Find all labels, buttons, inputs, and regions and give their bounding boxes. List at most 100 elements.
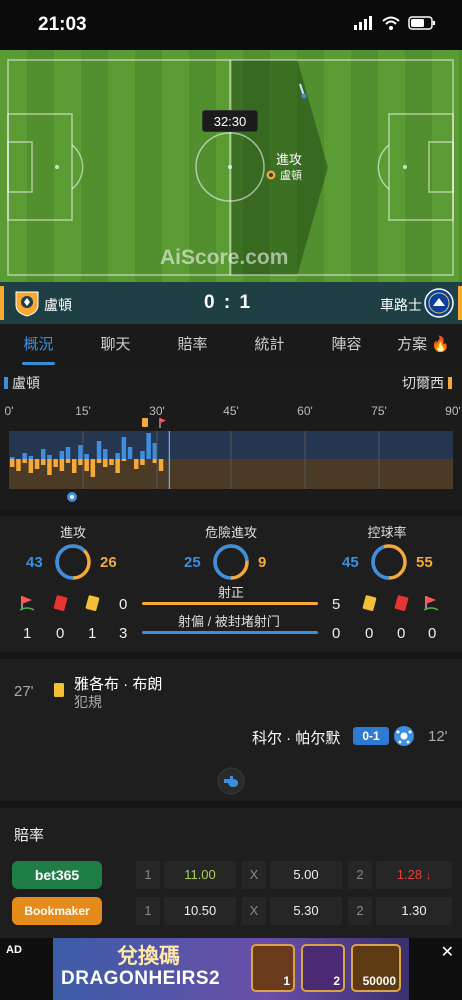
momentum-bar-home bbox=[41, 449, 46, 459]
red-card-icon bbox=[53, 595, 68, 611]
event-minute: 12' bbox=[428, 728, 448, 745]
ad-tag: AD bbox=[6, 944, 22, 956]
momentum-bar-away bbox=[22, 459, 27, 463]
off-target-bar bbox=[142, 631, 318, 634]
momentum-bar-home bbox=[22, 453, 27, 459]
arrow-down-icon: ↓ bbox=[425, 870, 432, 882]
corner-flag-icon bbox=[19, 596, 35, 611]
momentum-bar-away bbox=[34, 459, 40, 469]
momentum-bar-away bbox=[47, 459, 52, 475]
bookmaker-badge[interactable]: bet365 bbox=[12, 861, 102, 889]
ball-marker-icon bbox=[299, 83, 307, 99]
momentum-bar-away bbox=[158, 459, 164, 471]
odds-label-away: 2 bbox=[348, 897, 372, 925]
event-detail: 犯規 bbox=[74, 694, 102, 710]
home-yellow-cards: 1 bbox=[88, 625, 97, 642]
momentum-bar-away bbox=[134, 459, 139, 469]
away-crest-icon[interactable] bbox=[424, 288, 454, 318]
corner-flag-icon bbox=[159, 418, 166, 428]
home-crest-icon[interactable] bbox=[14, 289, 40, 317]
tick-label: 45' bbox=[223, 404, 239, 418]
momentum-bar-away bbox=[103, 459, 108, 467]
close-icon[interactable]: ✕ bbox=[441, 942, 454, 962]
ad-creative[interactable]: 兌換碼 DRAGONHEIRS2 1 2 50000 bbox=[53, 938, 409, 1000]
momentum-bar-home bbox=[47, 455, 52, 459]
tab-lineup[interactable]: 陣容 bbox=[308, 324, 385, 369]
on-target-home: 0 bbox=[119, 596, 128, 613]
odds-label-draw: X bbox=[242, 861, 266, 889]
yellow-card-icon bbox=[142, 418, 148, 427]
odds-label-home: 1 bbox=[136, 897, 160, 925]
odds-panel: 賠率 bet365 1 11.00 X 5.00 2 1.28 ↓ Bookma… bbox=[0, 808, 462, 938]
event-player: 科尔 · 帕尔默 bbox=[252, 730, 341, 747]
away-marker bbox=[448, 377, 452, 389]
odds-away-value: 1.28 bbox=[396, 867, 423, 882]
momentum-bar-home bbox=[65, 447, 71, 459]
odds-draw[interactable]: 5.30 bbox=[270, 897, 342, 925]
home-marker bbox=[4, 377, 8, 389]
away-red-cards: 0 bbox=[397, 625, 406, 642]
tab-tips[interactable]: 方案 🔥 bbox=[385, 324, 462, 369]
ad-reward-count: 50000 bbox=[362, 974, 396, 988]
odds-away[interactable]: 1.30 bbox=[376, 897, 452, 925]
dangerous-attacks-ring bbox=[213, 544, 249, 580]
status-icons bbox=[354, 16, 436, 30]
events-list: 27' 雅各布 · 布朗 犯規 科尔 · 帕尔默 0-1 12' bbox=[0, 659, 462, 801]
momentum-chart: 0' 15' 30' 45' 60' 75' 90' bbox=[5, 404, 461, 502]
momentum-timeline: 盧頓 切爾西 0' 15' 30' 45' 60' 75' 90' bbox=[0, 369, 462, 510]
momentum-bar-home bbox=[103, 449, 108, 459]
stats-panel: 進攻 危險進攻 控球率 43 26 25 9 45 55 射正 0 5 射偏 /… bbox=[0, 516, 462, 652]
ad-reward-count: 1 bbox=[283, 974, 290, 988]
battery-icon bbox=[408, 16, 435, 30]
odds-row[interactable]: Bookmaker 1 10.50 X 5.30 2 1.30 bbox=[0, 895, 462, 927]
momentum-bar-away bbox=[59, 459, 65, 471]
momentum-bar-home bbox=[115, 453, 120, 459]
odds-home[interactable]: 10.50 bbox=[164, 897, 236, 925]
momentum-bar-away bbox=[140, 459, 145, 465]
odds-row[interactable]: bet365 1 11.00 X 5.00 2 1.28 ↓ bbox=[0, 859, 462, 891]
home-team-name[interactable]: 盧頓 bbox=[44, 295, 72, 315]
tab-odds[interactable]: 賠率 bbox=[154, 324, 231, 369]
momentum-bar-home bbox=[10, 457, 15, 459]
tab-chat[interactable]: 聊天 bbox=[77, 324, 154, 369]
momentum-bar-home bbox=[84, 454, 89, 459]
corner-flag-icon bbox=[423, 596, 439, 611]
ad-subtitle: DRAGONHEIRS2 bbox=[61, 968, 221, 989]
tab-stats[interactable]: 統計 bbox=[231, 324, 308, 369]
whistle-icon[interactable] bbox=[217, 767, 245, 795]
momentum-bar-away bbox=[115, 459, 120, 473]
ad-banner[interactable]: AD 兌換碼 DRAGONHEIRS2 1 2 50000 ✕ bbox=[0, 938, 462, 1000]
tick-label: 75' bbox=[371, 404, 387, 418]
odds-label-home: 1 bbox=[136, 861, 160, 889]
away-flag bbox=[458, 286, 462, 320]
red-card-icon bbox=[394, 595, 409, 611]
odds-away[interactable]: 1.28 ↓ bbox=[376, 861, 452, 889]
tick-label: 0' bbox=[5, 404, 14, 418]
timeline-home: 盧頓 bbox=[4, 373, 40, 393]
momentum-bar-away bbox=[53, 459, 58, 467]
ad-reward-item: 1 bbox=[251, 944, 295, 992]
timeline-away: 切爾西 bbox=[402, 373, 452, 393]
away-team-name[interactable]: 車路士 bbox=[380, 295, 422, 315]
team-crest-icon bbox=[266, 170, 276, 180]
watermark: AiScore.com bbox=[160, 246, 289, 269]
tab-overview[interactable]: 概況 bbox=[0, 324, 77, 369]
momentum-bar-home bbox=[146, 433, 151, 459]
tick-label: 15' bbox=[75, 404, 91, 418]
odds-draw[interactable]: 5.00 bbox=[270, 861, 342, 889]
momentum-bar-home bbox=[140, 451, 145, 459]
tick-label: 60' bbox=[297, 404, 313, 418]
bookmaker-badge[interactable]: Bookmaker bbox=[12, 897, 102, 925]
goal-ball-icon bbox=[394, 726, 414, 746]
away-corners: 0 bbox=[428, 625, 437, 642]
odds-title: 賠率 bbox=[14, 827, 45, 844]
status-time: 21:03 bbox=[38, 14, 87, 35]
momentum-bar-home bbox=[121, 437, 127, 459]
match-clock: 32:30 bbox=[202, 110, 258, 132]
odds-home[interactable]: 11.00 bbox=[164, 861, 236, 889]
possession-ring bbox=[371, 544, 407, 580]
signal-icon bbox=[354, 16, 372, 30]
on-target-label: 射正 bbox=[218, 585, 245, 600]
tick-label: 90' bbox=[445, 404, 461, 418]
tab-tips-label: 方案 bbox=[397, 336, 428, 353]
